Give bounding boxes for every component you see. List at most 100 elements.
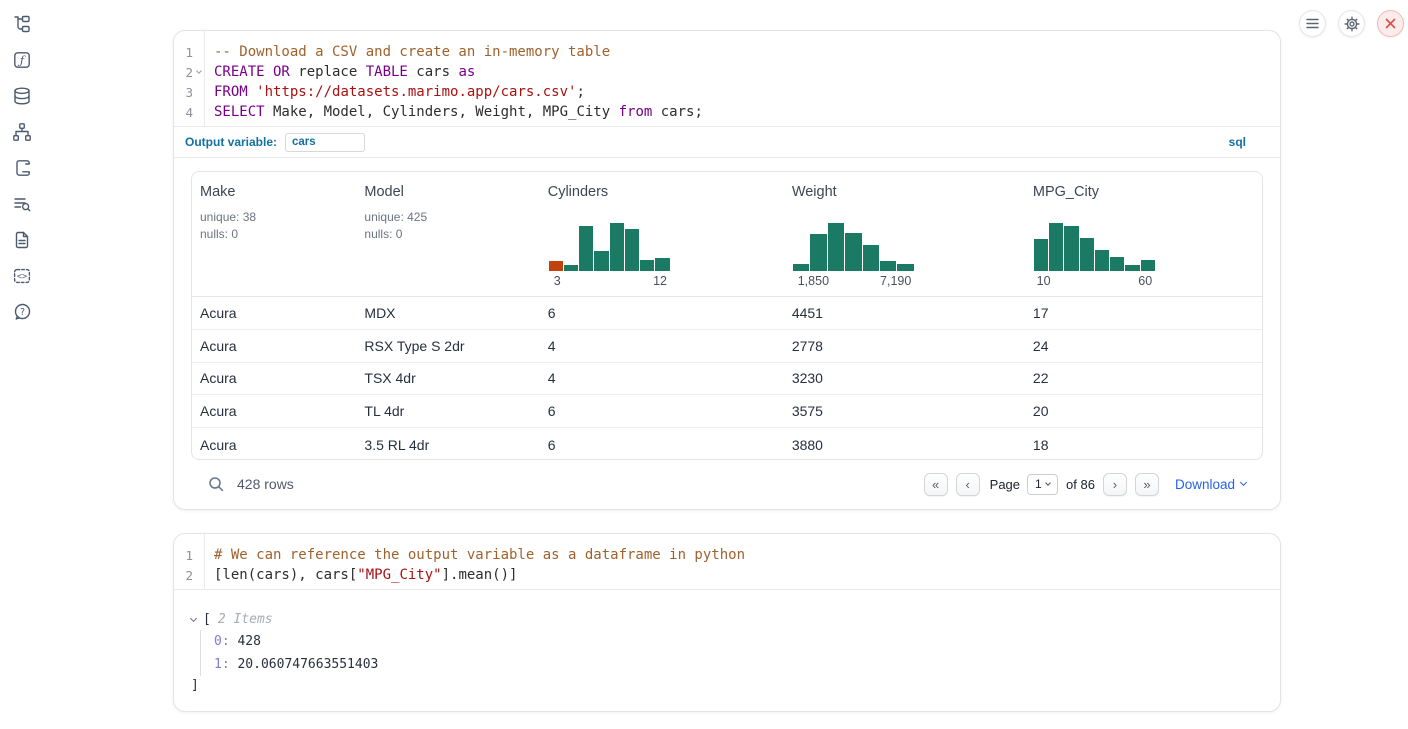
item-index: 0: bbox=[214, 634, 230, 649]
histogram-bar bbox=[845, 233, 861, 271]
menu-button[interactable] bbox=[1299, 10, 1326, 37]
file-explorer-icon[interactable] bbox=[11, 13, 33, 35]
variables-icon[interactable]: ƒ bbox=[11, 49, 33, 71]
histogram-bar bbox=[1064, 226, 1078, 271]
snippets-icon[interactable]: <> bbox=[11, 265, 33, 287]
histogram-bar bbox=[579, 226, 593, 271]
first-page-button[interactable]: « bbox=[924, 473, 948, 496]
table-cell[interactable]: TL 4dr bbox=[356, 403, 539, 419]
column-header-model[interactable]: Modelunique: 425nulls: 0 bbox=[356, 172, 539, 296]
line-number: 1 bbox=[174, 548, 193, 563]
next-page-button[interactable]: › bbox=[1103, 473, 1127, 496]
table-cell[interactable]: 3575 bbox=[784, 403, 1025, 419]
sql-code-editor[interactable]: 1-- Download a CSV and create an in-memo… bbox=[174, 31, 1280, 126]
column-header-mpg_city[interactable]: MPG_City1060 bbox=[1025, 172, 1262, 296]
column-histogram: 1,8507,190 bbox=[793, 223, 914, 288]
scratchpad-icon[interactable] bbox=[11, 157, 33, 179]
histogram-bar bbox=[863, 245, 879, 271]
output-variable-input[interactable] bbox=[285, 133, 365, 152]
dependency-graph-icon[interactable] bbox=[11, 121, 33, 143]
output-variable-label: Output variable: bbox=[185, 135, 277, 149]
table-row[interactable]: AcuraRSX Type S 2dr4277824 bbox=[192, 330, 1262, 363]
axis-min-label: 1,850 bbox=[798, 274, 829, 288]
table-cell[interactable]: 3230 bbox=[784, 370, 1025, 386]
table-cell[interactable]: 6 bbox=[540, 437, 784, 453]
column-stats: unique: 38nulls: 0 bbox=[200, 209, 348, 242]
histogram-bar bbox=[549, 261, 563, 271]
column-header-make[interactable]: Makeunique: 38nulls: 0 bbox=[192, 172, 356, 296]
python-output-area: [ 2 Items 0: 4281: 20.060747663551403 ] bbox=[174, 590, 1280, 696]
histogram-bar bbox=[594, 251, 608, 271]
table-cell[interactable]: RSX Type S 2dr bbox=[356, 338, 539, 354]
table-cell[interactable]: 3.5 RL 4dr bbox=[356, 437, 539, 453]
table-cell[interactable]: 20 bbox=[1025, 403, 1262, 419]
prev-page-button[interactable]: ‹ bbox=[956, 473, 980, 496]
column-header-cylinders[interactable]: Cylinders312 bbox=[540, 172, 784, 296]
code-line[interactable]: 3FROM 'https://datasets.marimo.app/cars.… bbox=[174, 82, 1280, 102]
table-cell[interactable]: MDX bbox=[356, 305, 539, 321]
histogram-bar bbox=[897, 264, 913, 271]
download-button[interactable]: Download bbox=[1175, 477, 1246, 492]
documentation-icon[interactable] bbox=[11, 229, 33, 251]
code-line[interactable]: 2[len(cars), cars["MPG_City"].mean()] bbox=[174, 565, 1280, 585]
item-value: 428 bbox=[230, 634, 261, 649]
datasources-icon[interactable] bbox=[11, 85, 33, 107]
table-cell[interactable]: 2778 bbox=[784, 338, 1025, 354]
search-icon bbox=[208, 476, 225, 493]
last-page-button[interactable]: » bbox=[1135, 473, 1159, 496]
table-row[interactable]: AcuraTL 4dr6357520 bbox=[192, 395, 1262, 428]
table-cell[interactable]: TSX 4dr bbox=[356, 370, 539, 386]
table-cell[interactable]: Acura bbox=[192, 305, 356, 321]
sql-output-area: Makeunique: 38nulls: 0Modelunique: 425nu… bbox=[174, 158, 1280, 508]
table-cell[interactable]: 3880 bbox=[784, 437, 1025, 453]
table-cell[interactable]: 6 bbox=[540, 305, 784, 321]
table-cell[interactable]: 17 bbox=[1025, 305, 1262, 321]
collapse-chevron-icon[interactable] bbox=[190, 614, 197, 621]
table-row[interactable]: Acura3.5 RL 4dr6388018 bbox=[192, 428, 1262, 460]
logs-icon[interactable] bbox=[11, 193, 33, 215]
table-cell[interactable]: Acura bbox=[192, 437, 356, 453]
line-number: 4 bbox=[174, 105, 193, 120]
table-cell[interactable]: 4 bbox=[540, 338, 784, 354]
fold-chevron-icon[interactable] bbox=[196, 68, 202, 74]
table-cell[interactable]: Acura bbox=[192, 338, 356, 354]
table-row[interactable]: AcuraTSX 4dr4323022 bbox=[192, 363, 1262, 396]
shutdown-button[interactable] bbox=[1377, 10, 1404, 37]
table-body: AcuraMDX6445117AcuraRSX Type S 2dr427782… bbox=[192, 297, 1262, 460]
page-select[interactable]: 1 bbox=[1027, 474, 1058, 495]
item-value: 20.060747663551403 bbox=[230, 657, 379, 672]
help-icon[interactable]: ? bbox=[11, 301, 33, 323]
table-cell[interactable]: 22 bbox=[1025, 370, 1262, 386]
table-cell[interactable]: Acura bbox=[192, 403, 356, 419]
histogram-bar bbox=[1080, 238, 1094, 271]
histogram-bar bbox=[655, 258, 669, 271]
column-header-weight[interactable]: Weight1,8507,190 bbox=[784, 172, 1025, 296]
histogram-bar bbox=[880, 261, 896, 271]
close-bracket: ] bbox=[191, 676, 1280, 696]
menu-icon bbox=[1306, 18, 1319, 29]
topbar bbox=[1299, 10, 1404, 37]
code-line[interactable]: 1# We can reference the output variable … bbox=[174, 545, 1280, 565]
histogram-bar bbox=[640, 260, 654, 271]
table-cell[interactable]: 24 bbox=[1025, 338, 1262, 354]
table-cell[interactable]: 4 bbox=[540, 370, 784, 386]
close-icon bbox=[1385, 18, 1396, 29]
column-histogram: 312 bbox=[549, 223, 670, 288]
code-line[interactable]: 1-- Download a CSV and create an in-memo… bbox=[174, 42, 1280, 62]
axis-min-label: 3 bbox=[554, 274, 561, 288]
histogram-bar bbox=[1095, 250, 1109, 271]
column-name: Model bbox=[364, 184, 531, 200]
table-cell[interactable]: 6 bbox=[540, 403, 784, 419]
code-line[interactable]: 4SELECT Make, Model, Cylinders, Weight, … bbox=[174, 102, 1280, 122]
table-cell[interactable]: 4451 bbox=[784, 305, 1025, 321]
table-row[interactable]: AcuraMDX6445117 bbox=[192, 297, 1262, 330]
settings-button[interactable] bbox=[1338, 10, 1365, 37]
python-cell: 1# We can reference the output variable … bbox=[173, 533, 1281, 712]
search-button[interactable] bbox=[208, 476, 225, 493]
column-histogram: 1060 bbox=[1034, 223, 1155, 288]
table-cell[interactable]: 18 bbox=[1025, 437, 1262, 453]
code-line[interactable]: 2CREATE OR replace TABLE cars as bbox=[174, 62, 1280, 82]
table-cell[interactable]: Acura bbox=[192, 370, 356, 386]
python-code-editor[interactable]: 1# We can reference the output variable … bbox=[174, 534, 1280, 590]
output-variable-row: Output variable: sql bbox=[174, 126, 1280, 158]
